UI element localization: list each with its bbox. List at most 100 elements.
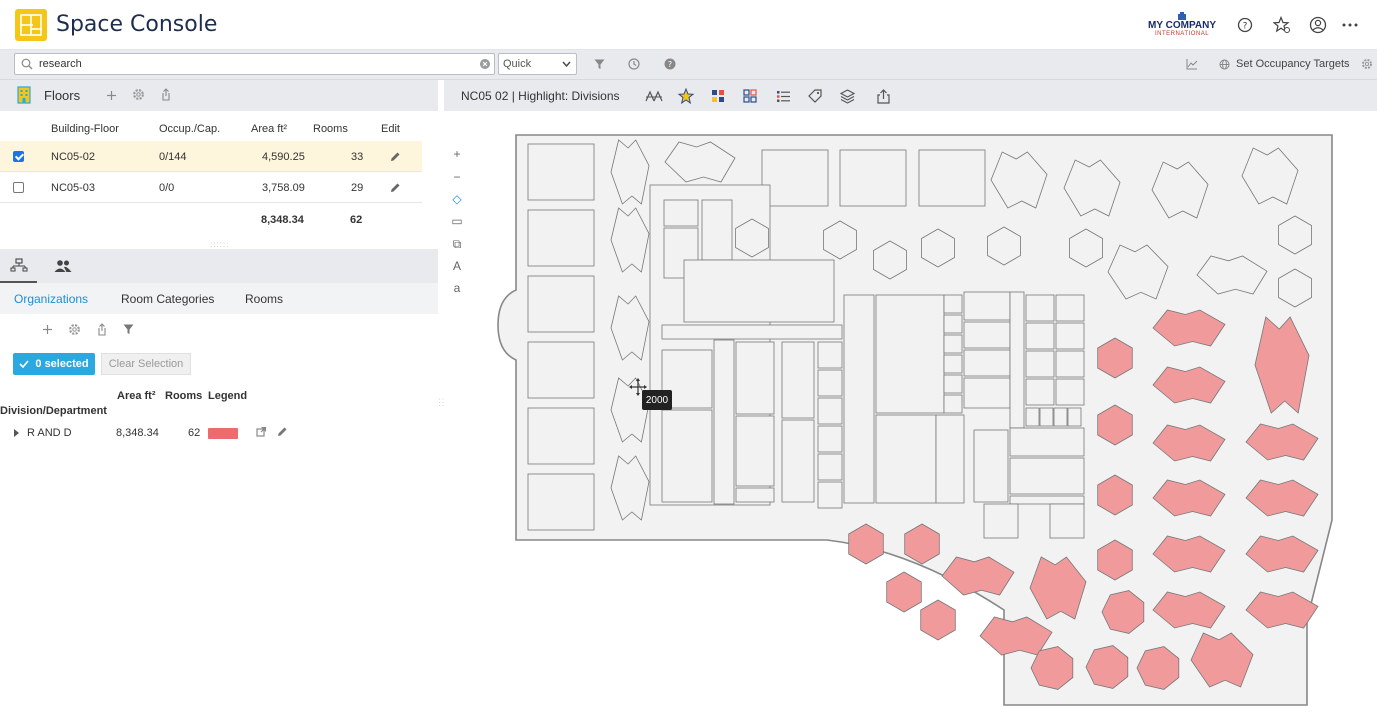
user-account-icon[interactable] xyxy=(1308,15,1328,35)
room[interactable] xyxy=(943,374,963,394)
room[interactable] xyxy=(983,503,1019,539)
search-mode-select[interactable]: Quick xyxy=(498,53,577,75)
column-header-occupancy[interactable]: Occup./Cap. xyxy=(159,123,220,135)
tag-icon[interactable] xyxy=(806,87,824,105)
organization-settings-icon[interactable] xyxy=(67,322,81,336)
column-header-area[interactable]: Area ft² xyxy=(117,390,156,402)
export-icon[interactable] xyxy=(95,322,109,336)
room[interactable] xyxy=(1009,457,1085,495)
tab-room-categories[interactable]: Room Categories xyxy=(121,292,214,306)
room[interactable] xyxy=(1055,322,1085,350)
open-external-icon[interactable] xyxy=(256,426,267,437)
edit-pencil-icon[interactable] xyxy=(390,182,401,193)
export-icon[interactable] xyxy=(159,87,173,101)
search-input[interactable] xyxy=(39,54,479,74)
row-checkbox[interactable] xyxy=(13,151,24,162)
decrease-label-size-button[interactable]: a xyxy=(450,281,464,295)
room[interactable] xyxy=(1009,495,1085,505)
table-row[interactable]: R AND D 8,348.34 62 xyxy=(0,423,300,443)
recenter-button[interactable]: ◇ xyxy=(450,192,464,206)
search-field[interactable] xyxy=(14,53,495,75)
room[interactable] xyxy=(943,354,963,374)
room[interactable] xyxy=(527,407,595,465)
room[interactable] xyxy=(920,599,956,641)
panel-resize-handle[interactable]: :::::: xyxy=(210,240,229,249)
room[interactable] xyxy=(973,429,1009,503)
room[interactable] xyxy=(527,341,595,399)
room[interactable] xyxy=(963,321,1011,349)
app-logo-icon[interactable] xyxy=(15,9,47,41)
room[interactable] xyxy=(1055,378,1085,406)
room[interactable] xyxy=(817,453,843,481)
room[interactable] xyxy=(918,149,986,207)
room[interactable] xyxy=(963,291,1011,321)
share-export-icon[interactable] xyxy=(874,87,892,105)
tab-people[interactable] xyxy=(44,249,81,283)
room[interactable] xyxy=(886,571,922,613)
help-circle-icon[interactable]: ? xyxy=(1235,15,1255,35)
room[interactable] xyxy=(843,294,875,504)
room[interactable] xyxy=(663,199,699,227)
color-grid-icon[interactable] xyxy=(709,87,727,105)
room[interactable] xyxy=(683,259,835,323)
table-row[interactable]: NC05-02 0/144 4,590.25 33 xyxy=(0,141,422,172)
room[interactable] xyxy=(817,397,843,425)
room[interactable] xyxy=(943,394,963,414)
legend-list-icon[interactable] xyxy=(774,87,792,105)
room[interactable] xyxy=(935,414,965,504)
room[interactable] xyxy=(817,425,843,453)
room[interactable] xyxy=(527,209,595,267)
legend-color-swatch[interactable] xyxy=(208,428,238,439)
room[interactable] xyxy=(701,199,733,261)
room[interactable] xyxy=(527,275,595,333)
column-header-building-floor[interactable]: Building-Floor xyxy=(51,123,119,135)
room[interactable] xyxy=(1039,407,1054,427)
room[interactable] xyxy=(1025,322,1055,350)
column-header-area[interactable]: Area ft² xyxy=(251,123,287,135)
room[interactable] xyxy=(735,487,775,503)
set-occupancy-targets-button[interactable]: Set Occupancy Targets xyxy=(1236,58,1350,70)
room[interactable] xyxy=(1055,350,1085,378)
copy-view-button[interactable]: ⧉ xyxy=(450,237,464,251)
room[interactable] xyxy=(735,415,775,487)
star-settings-icon[interactable] xyxy=(1272,15,1292,35)
room[interactable] xyxy=(817,369,843,397)
fit-extent-button[interactable]: ▭ xyxy=(450,214,464,228)
room[interactable] xyxy=(1025,378,1055,406)
room[interactable] xyxy=(1053,407,1068,427)
tab-rooms[interactable]: Rooms xyxy=(245,292,283,306)
room[interactable] xyxy=(1049,503,1085,539)
room[interactable] xyxy=(735,341,775,415)
room[interactable] xyxy=(875,414,937,504)
filter-icon[interactable] xyxy=(592,57,606,71)
room[interactable] xyxy=(839,149,907,207)
gear-icon[interactable] xyxy=(1360,57,1374,71)
room[interactable] xyxy=(1009,291,1025,429)
room[interactable] xyxy=(1025,350,1055,378)
selected-count-button[interactable]: 0 selected xyxy=(13,353,95,375)
room[interactable] xyxy=(963,349,1011,377)
history-clock-icon[interactable] xyxy=(627,57,641,71)
search-help-icon[interactable]: ? xyxy=(663,57,677,71)
filter-icon[interactable] xyxy=(122,323,134,335)
column-header-division[interactable]: Division/Department xyxy=(0,405,107,417)
column-header-rooms[interactable]: Rooms xyxy=(165,390,202,402)
clear-selection-button[interactable]: Clear Selection xyxy=(101,353,191,375)
more-horizontal-icon[interactable] xyxy=(1340,15,1360,35)
room[interactable] xyxy=(943,294,963,314)
room[interactable] xyxy=(661,324,843,340)
room[interactable] xyxy=(661,409,713,503)
room[interactable] xyxy=(875,294,945,414)
floor-plan-map[interactable] xyxy=(492,130,1342,710)
compare-icon[interactable] xyxy=(645,87,663,105)
room[interactable] xyxy=(713,339,735,505)
edit-pencil-icon[interactable] xyxy=(390,151,401,162)
zoom-out-button[interactable]: − xyxy=(450,170,464,184)
room[interactable] xyxy=(527,473,595,531)
room[interactable] xyxy=(781,419,815,503)
table-row[interactable]: NC05-03 0/0 3,758.09 29 xyxy=(0,172,422,203)
room[interactable] xyxy=(1025,407,1040,427)
room[interactable] xyxy=(1009,427,1085,457)
column-header-rooms[interactable]: Rooms xyxy=(313,123,348,135)
edit-pencil-icon[interactable] xyxy=(277,426,288,437)
